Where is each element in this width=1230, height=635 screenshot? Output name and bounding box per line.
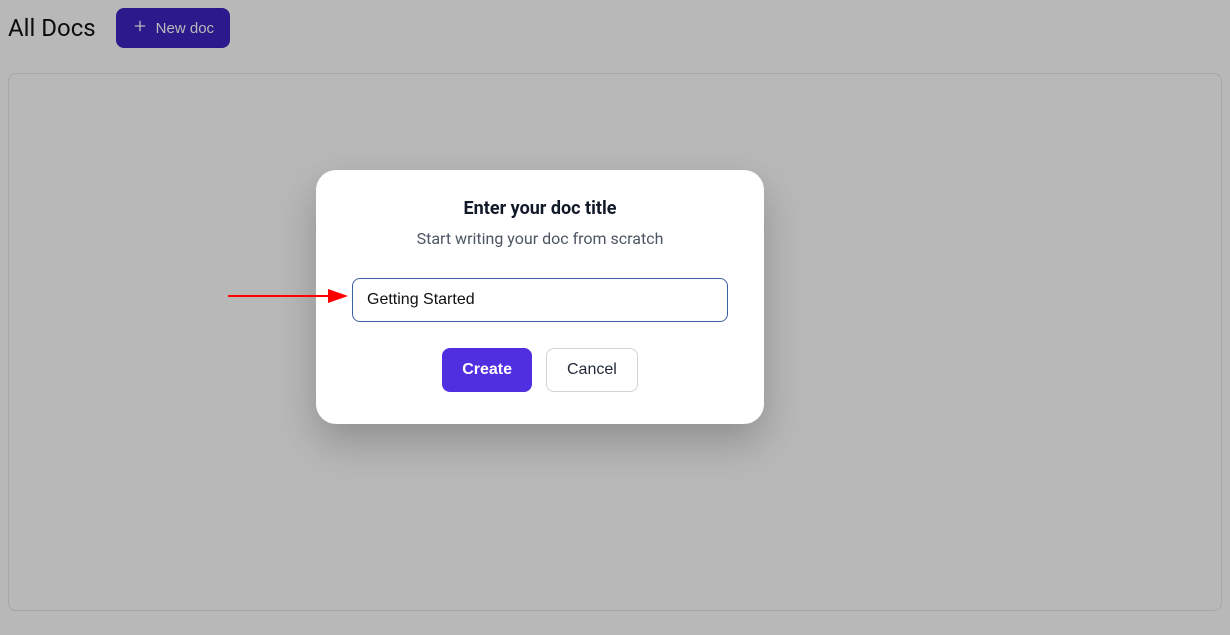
doc-title-input[interactable]	[352, 278, 728, 322]
modal-subtitle: Start writing your doc from scratch	[417, 229, 664, 248]
create-button[interactable]: Create	[442, 348, 532, 392]
modal-title: Enter your doc title	[464, 198, 617, 219]
new-doc-modal: Enter your doc title Start writing your …	[316, 170, 764, 424]
modal-actions: Create Cancel	[442, 348, 638, 392]
cancel-button[interactable]: Cancel	[546, 348, 638, 392]
